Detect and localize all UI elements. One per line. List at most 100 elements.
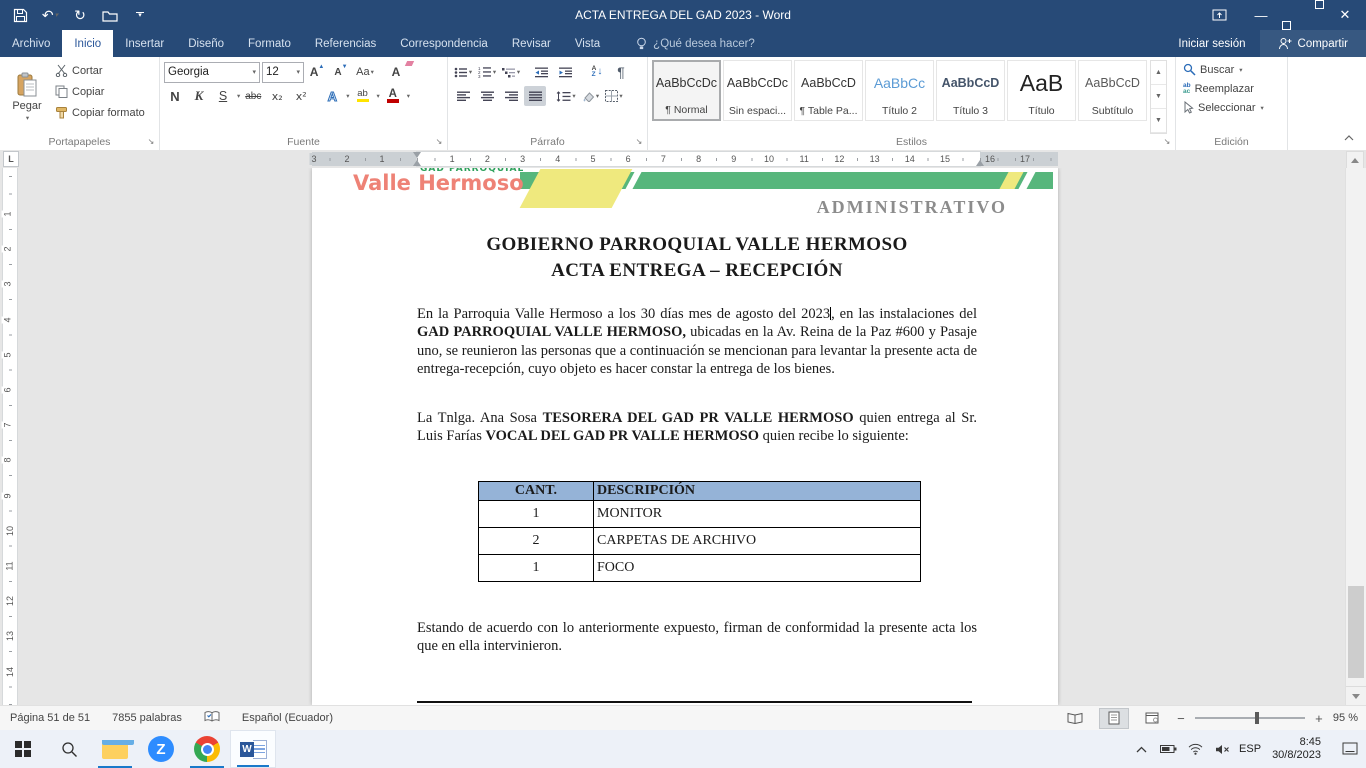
paragraph-2[interactable]: La Tnlga. Ana Sosa TESORERA DEL GAD PR V… <box>417 409 977 446</box>
find-button[interactable]: Buscar▾ <box>1180 60 1283 79</box>
bullets-button[interactable]: ▾ <box>452 62 474 82</box>
collapse-ribbon-button[interactable] <box>1344 132 1354 144</box>
subscript-button[interactable]: x₂ <box>266 86 288 106</box>
highlight-dropdown-icon[interactable]: ▾ <box>377 92 380 100</box>
style-sin-espaciado[interactable]: AaBbCcDc Sin espaci... <box>723 60 792 121</box>
show-marks-button[interactable]: ¶ <box>610 62 632 82</box>
open-recent-button[interactable] <box>98 3 122 27</box>
align-center-button[interactable] <box>476 86 498 106</box>
taskbar-chrome[interactable] <box>184 730 230 768</box>
zoom-slider-thumb[interactable] <box>1255 712 1259 724</box>
tab-correspondencia[interactable]: Correspondencia <box>388 30 500 57</box>
ribbon-display-options-button[interactable] <box>1198 0 1240 30</box>
select-button[interactable]: Seleccionar▾ <box>1180 98 1283 117</box>
paragraph-1[interactable]: En la Parroquia Valle Hermoso a los 30 d… <box>417 305 977 378</box>
highlight-button[interactable]: ab <box>352 86 374 106</box>
scrollbar-thumb[interactable] <box>1348 586 1364 678</box>
cell-cant-3[interactable]: 1 <box>479 555 594 582</box>
redo-button[interactable]: ↻ <box>68 3 92 27</box>
page-indicator[interactable]: Página 51 de 51 <box>10 712 90 724</box>
text-effects-button[interactable]: A <box>321 86 343 106</box>
styles-dialog-launcher[interactable] <box>1162 137 1172 147</box>
bold-button[interactable]: N <box>164 86 186 106</box>
tab-formato[interactable]: Formato <box>236 30 303 57</box>
tab-archivo[interactable]: Archivo <box>0 30 62 57</box>
tab-revisar[interactable]: Revisar <box>500 30 563 57</box>
justify-button[interactable] <box>524 86 546 106</box>
print-layout-button[interactable] <box>1099 708 1129 729</box>
cell-cant-2[interactable]: 2 <box>479 528 594 555</box>
qat-customize-button[interactable]: ▾ <box>128 3 152 27</box>
cell-desc-1[interactable]: MONITOR <box>594 501 921 528</box>
close-button[interactable]: ✕ <box>1324 0 1366 30</box>
increase-indent-button[interactable] <box>555 62 577 82</box>
multilevel-list-button[interactable]: ▾ <box>500 62 522 82</box>
document-page[interactable]: GAD PARROQUIAL Valle Hermoso ADMINISTRAT… <box>312 168 1058 705</box>
read-mode-button[interactable] <box>1061 708 1091 729</box>
taskbar-word[interactable]: W <box>230 730 276 768</box>
shading-button[interactable]: ▾ <box>579 86 601 106</box>
copy-button[interactable]: Copiar <box>52 81 148 102</box>
strikethrough-button[interactable]: abc <box>242 86 264 106</box>
underline-button[interactable]: S <box>212 86 234 106</box>
start-button[interactable] <box>0 730 46 768</box>
line-spacing-button[interactable]: ▾ <box>555 86 577 106</box>
tab-inicio[interactable]: Inicio <box>62 30 113 57</box>
styles-scroll-down-button[interactable]: ▼ <box>1151 85 1166 109</box>
styles-more-button[interactable]: ▼ <box>1151 109 1166 133</box>
style-table-paragraph[interactable]: AaBbCcD ¶ Table Pa... <box>794 60 863 121</box>
header-cant[interactable]: CANT. <box>479 482 594 501</box>
tab-referencias[interactable]: Referencias <box>303 30 388 57</box>
format-painter-button[interactable]: Copiar formato <box>52 102 148 123</box>
underline-dropdown-icon[interactable]: ▾ <box>237 92 240 100</box>
taskbar-zoom-app[interactable]: Z <box>138 730 184 768</box>
numbering-button[interactable]: 123 ▾ <box>476 62 498 82</box>
cut-button[interactable]: Cortar <box>52 60 148 81</box>
minimize-button[interactable]: — <box>1240 0 1282 30</box>
volume-muted-indicator[interactable] <box>1212 744 1232 755</box>
web-layout-button[interactable] <box>1137 708 1167 729</box>
style-titulo[interactable]: AaB Título <box>1007 60 1076 121</box>
hanging-indent-marker[interactable] <box>413 160 421 166</box>
font-name-combo[interactable]: Georgia▾ <box>164 62 260 83</box>
style-titulo-3[interactable]: AaBbCcD Título 3 <box>936 60 1005 121</box>
align-left-button[interactable] <box>452 86 474 106</box>
tab-insertar[interactable]: Insertar <box>113 30 176 57</box>
zoom-out-button[interactable]: − <box>1175 711 1187 726</box>
items-table[interactable]: CANT. DESCRIPCIÓN 1 MONITOR 2 CARPETAS D… <box>478 481 921 582</box>
borders-button[interactable]: ▾ <box>603 86 625 106</box>
proofing-status[interactable] <box>204 710 220 726</box>
sort-button[interactable]: AZ ↓ <box>586 62 608 82</box>
grow-font-button[interactable]: A▲ <box>306 62 328 82</box>
share-button[interactable]: Compartir <box>1260 30 1366 57</box>
font-size-combo[interactable]: 12▾ <box>262 62 304 83</box>
right-indent-marker[interactable] <box>976 160 984 166</box>
scroll-down-button[interactable] <box>1346 686 1366 705</box>
font-dialog-launcher[interactable] <box>434 137 444 147</box>
header-descripcion[interactable]: DESCRIPCIÓN <box>594 482 921 501</box>
clear-formatting-button[interactable]: A <box>385 62 407 82</box>
style-titulo-2[interactable]: AaBbCc Título 2 <box>865 60 934 121</box>
wifi-indicator[interactable] <box>1185 743 1205 755</box>
font-color-dropdown-icon[interactable]: ▾ <box>407 92 410 100</box>
restore-button[interactable] <box>1282 0 1324 30</box>
battery-indicator[interactable] <box>1158 744 1178 754</box>
superscript-button[interactable]: x² <box>290 86 312 106</box>
input-language-indicator[interactable]: ESP <box>1239 743 1261 755</box>
replace-button[interactable]: abac Reemplazar <box>1180 79 1283 98</box>
shrink-font-button[interactable]: A▼ <box>330 62 352 82</box>
sign-in-button[interactable]: Iniciar sesión <box>1164 30 1259 57</box>
text-effects-dropdown-icon[interactable]: ▾ <box>346 92 349 100</box>
tab-diseno[interactable]: Diseño <box>176 30 236 57</box>
undo-button[interactable]: ↶▾ <box>38 3 62 27</box>
doc-title-line2[interactable]: ACTA ENTREGA – RECEPCIÓN <box>417 260 977 282</box>
tab-vista[interactable]: Vista <box>563 30 612 57</box>
doc-title-line1[interactable]: GOBIERNO PARROQUIAL VALLE HERMOSO <box>417 234 977 256</box>
save-button[interactable] <box>8 3 32 27</box>
taskbar-clock[interactable]: 8:45 30/8/2023 <box>1268 736 1325 762</box>
tell-me-box[interactable]: ¿Qué desea hacer? <box>626 30 765 57</box>
cell-cant-1[interactable]: 1 <box>479 501 594 528</box>
taskbar-file-explorer[interactable] <box>92 730 138 768</box>
cell-desc-2[interactable]: CARPETAS DE ARCHIVO <box>594 528 921 555</box>
zoom-slider[interactable] <box>1195 717 1305 719</box>
